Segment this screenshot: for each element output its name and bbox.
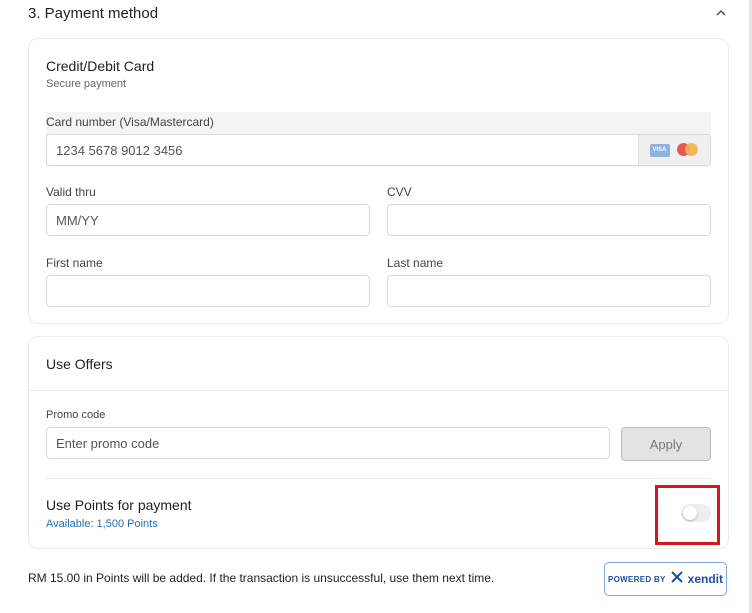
powered-by-xendit-badge[interactable]: POWERED BY xendit	[604, 562, 727, 596]
points-footer-note: RM 15.00 in Points will be added. If the…	[28, 571, 495, 585]
use-points-title: Use Points for payment	[46, 497, 192, 513]
valid-thru-input[interactable]: MM/YY	[46, 204, 370, 236]
xendit-wordmark: xendit	[687, 572, 723, 586]
mastercard-logo-icon	[676, 142, 700, 158]
card-number-placeholder: 1234 5678 9012 3456	[56, 142, 183, 158]
card-title: Credit/Debit Card	[46, 58, 155, 74]
xendit-logo-icon	[670, 570, 684, 589]
first-name-input[interactable]	[46, 275, 370, 307]
points-divider	[46, 478, 711, 479]
offers-title: Use Offers	[46, 356, 113, 372]
apply-button[interactable]: Apply	[621, 427, 711, 461]
card-number-label: Card number (Visa/Mastercard)	[46, 115, 214, 129]
toggle-knob	[683, 506, 697, 520]
promo-code-input[interactable]: Enter promo code	[46, 427, 610, 459]
cvv-input[interactable]	[387, 204, 711, 236]
points-available: Available: 1,500 Points	[46, 518, 158, 530]
valid-thru-label: Valid thru	[46, 185, 96, 199]
card-brand-logos: VISA	[638, 135, 710, 165]
promo-code-placeholder: Enter promo code	[56, 435, 160, 451]
chevron-up-icon[interactable]	[714, 6, 728, 20]
card-number-input[interactable]: 1234 5678 9012 3456 VISA	[46, 134, 711, 166]
last-name-input[interactable]	[387, 275, 711, 307]
card-subtitle: Secure payment	[46, 78, 127, 90]
cvv-label: CVV	[387, 185, 412, 199]
first-name-label: First name	[46, 256, 103, 270]
last-name-label: Last name	[387, 256, 444, 270]
card-payment-panel: Credit/Debit Card Secure payment Card nu…	[28, 38, 729, 324]
visa-logo-icon: VISA	[649, 143, 670, 157]
valid-thru-placeholder: MM/YY	[56, 212, 99, 228]
offers-divider	[29, 390, 728, 391]
powered-by-label: POWERED BY	[607, 574, 666, 584]
payment-section-header[interactable]: 3. Payment method	[28, 2, 728, 24]
use-points-toggle[interactable]	[681, 504, 711, 522]
promo-code-label: Promo code	[46, 409, 106, 421]
section-title: 3. Payment method	[28, 4, 159, 22]
offers-panel: Use Offers Promo code Enter promo code A…	[28, 336, 729, 549]
